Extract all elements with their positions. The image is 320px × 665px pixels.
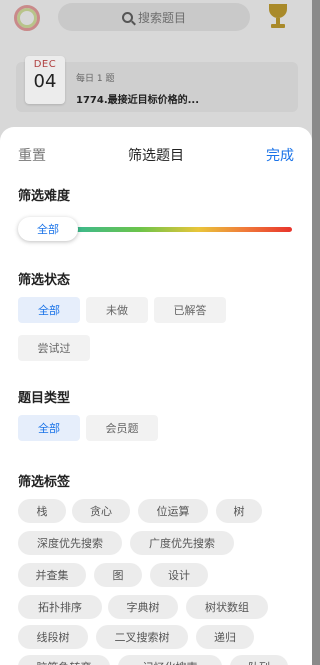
calendar-month: DEC xyxy=(33,59,57,70)
tag-chip[interactable]: 拓扑排序 xyxy=(18,595,102,619)
tag-chip[interactable]: 贪心 xyxy=(72,499,130,523)
filter-sheet: 重置 筛选题目 完成 筛选难度 全部 筛选状态 全部 未做 已解答 尝试过 题目… xyxy=(0,127,312,665)
tag-chip[interactable]: 二叉搜索树 xyxy=(96,625,188,649)
tag-chip[interactable]: 深度优先搜索 xyxy=(18,531,122,555)
tag-chip[interactable]: 线段树 xyxy=(18,625,88,649)
tag-chip[interactable]: 设计 xyxy=(150,563,208,587)
trophy-icon[interactable] xyxy=(266,4,290,30)
tag-chip[interactable]: 脑筋急转弯 xyxy=(18,655,110,665)
status-option-all[interactable]: 全部 xyxy=(18,297,80,323)
type-option-all[interactable]: 全部 xyxy=(18,415,80,441)
tag-chip[interactable]: 位运算 xyxy=(138,499,208,523)
difficulty-slider[interactable]: 全部 xyxy=(18,217,294,241)
difficulty-track[interactable] xyxy=(58,227,292,232)
sheet-header: 重置 筛选题目 完成 xyxy=(0,127,312,181)
tags-section-title: 筛选标签 xyxy=(18,475,71,490)
search-placeholder: 搜索题目 xyxy=(137,10,186,25)
tag-chip[interactable]: 并查集 xyxy=(18,563,86,587)
app-logo-icon[interactable] xyxy=(14,5,40,31)
search-icon xyxy=(121,11,133,23)
daily-title: 1774.最接近目标价格的... xyxy=(76,95,200,106)
tag-chip[interactable]: 字典树 xyxy=(108,595,178,619)
tag-chip[interactable]: 队列 xyxy=(230,655,288,665)
tag-chip[interactable]: 栈 xyxy=(18,499,66,523)
status-section-title: 筛选状态 xyxy=(18,273,71,288)
difficulty-slider-handle[interactable]: 全部 xyxy=(18,217,78,241)
done-button[interactable]: 完成 xyxy=(266,145,294,165)
tag-chip[interactable]: 树 xyxy=(216,499,262,523)
daily-question-card[interactable]: DEC 04 每日 1 题 1774.最接近目标价格的... xyxy=(16,56,298,112)
calendar-icon: DEC 04 xyxy=(25,56,65,104)
daily-label: 每日 1 题 xyxy=(76,74,115,84)
type-section-title: 题目类型 xyxy=(18,391,71,406)
status-option-todo[interactable]: 未做 xyxy=(86,297,148,323)
difficulty-section-title: 筛选难度 xyxy=(18,189,71,204)
status-option-solved[interactable]: 已解答 xyxy=(154,297,226,323)
tag-chip[interactable]: 记忆化搜索 xyxy=(118,655,222,665)
status-option-attempted[interactable]: 尝试过 xyxy=(18,335,90,361)
top-bar: 搜索题目 xyxy=(0,0,312,36)
calendar-day: 04 xyxy=(33,71,57,92)
type-option-premium[interactable]: 会员题 xyxy=(86,415,158,441)
tag-chip[interactable]: 树状数组 xyxy=(186,595,268,619)
tag-chip[interactable]: 广度优先搜索 xyxy=(130,531,234,555)
search-bar[interactable]: 搜索题目 xyxy=(58,3,250,31)
tag-chip[interactable]: 图 xyxy=(94,563,142,587)
tag-chip[interactable]: 递归 xyxy=(196,625,254,649)
